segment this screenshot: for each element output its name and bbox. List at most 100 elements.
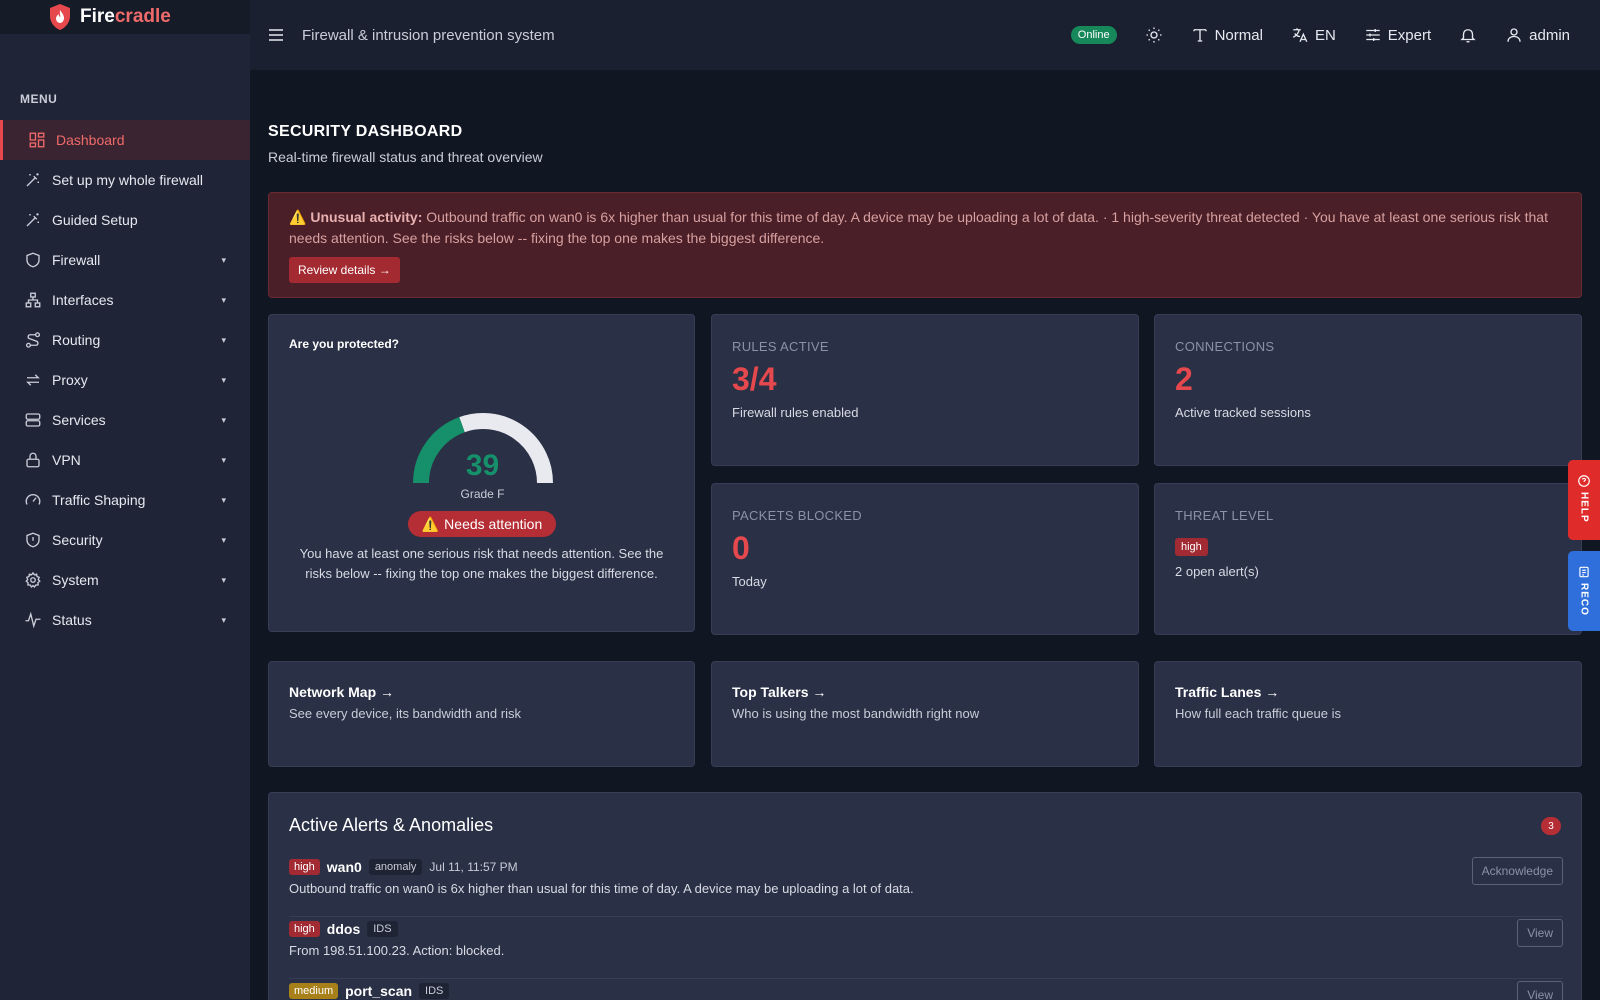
alert-source: wan0 — [326, 859, 362, 875]
alert-head: medium port_scan IDS — [289, 983, 1563, 999]
sidebar-item-services[interactable]: Services ▾ — [0, 400, 250, 440]
shield-icon — [26, 252, 40, 268]
banner-message: Outbound traffic on wan0 is 6x higher th… — [289, 209, 1548, 246]
sidebar-item-system[interactable]: System ▾ — [0, 560, 250, 600]
chevron-down-icon: ▾ — [221, 254, 226, 265]
warning-icon: ⚠️ — [421, 515, 440, 532]
alert-row: high ddos IDS From 198.51.100.23. Action… — [289, 919, 1563, 979]
review-details-button[interactable]: Review details → — [289, 257, 400, 283]
alert-source: port_scan — [345, 983, 413, 999]
sidebar-item-traffic-shaping[interactable]: Traffic Shaping ▾ — [0, 480, 250, 520]
arrows-icon — [26, 374, 40, 386]
chevron-down-icon: ▾ — [221, 294, 226, 305]
stat-label: RULES ACTIVE — [732, 339, 829, 354]
sidebar-item-status[interactable]: Status ▾ — [0, 600, 250, 640]
sun-icon[interactable] — [1145, 26, 1163, 44]
sidebar-item-label: Status — [52, 612, 92, 628]
hamburger-menu-icon[interactable] — [268, 27, 284, 43]
menu-heading: MENU — [20, 92, 58, 106]
acknowledge-button[interactable]: Acknowledge — [1471, 857, 1563, 885]
sidebar-item-vpn[interactable]: VPN ▾ — [0, 440, 250, 480]
sidebar-item-proxy[interactable]: Proxy ▾ — [0, 360, 250, 400]
mode-selector[interactable]: Expert — [1364, 26, 1431, 44]
network-map-card[interactable]: Network Map → See every device, its band… — [268, 661, 695, 767]
stat-description: Today — [732, 574, 767, 589]
language-selector[interactable]: EN — [1291, 26, 1336, 44]
sidebar-item-setup-firewall[interactable]: Set up my whole firewall — [0, 160, 250, 200]
alert-source: ddos — [326, 921, 361, 937]
header-actions: Online Normal EN Expert admin — [1070, 26, 1570, 44]
sidebar-item-label: Traffic Shaping — [52, 492, 146, 508]
view-button[interactable]: View — [1517, 919, 1563, 947]
mode-label: Expert — [1387, 26, 1432, 44]
chevron-down-icon: ▾ — [221, 614, 226, 625]
reco-tab-label: RECO — [1578, 583, 1590, 616]
stat-description: Firewall rules enabled — [732, 405, 859, 420]
sliders-icon — [1366, 29, 1380, 41]
text-size-icon — [1192, 29, 1207, 42]
stat-label: CONNECTIONS — [1175, 339, 1275, 354]
page-title: SECURITY DASHBOARD — [268, 123, 463, 140]
wand-icon — [26, 173, 39, 187]
needs-attention-badge: ⚠️ Needs attention — [408, 511, 556, 537]
packets-blocked-card: PACKETS BLOCKED 0 Today — [711, 483, 1139, 635]
link-title[interactable]: Top Talkers → — [732, 684, 826, 700]
wand-icon — [26, 213, 39, 227]
alert-row: high wan0 anomaly Jul 11, 11:57 PM Outbo… — [289, 857, 1563, 917]
link-title[interactable]: Traffic Lanes → — [1175, 684, 1279, 700]
link-description: Who is using the most bandwidth right no… — [732, 706, 980, 721]
firecradle-logo-icon — [50, 4, 70, 30]
alerts-count-badge: 3 — [1541, 817, 1561, 835]
threat-level-badge: high — [1175, 538, 1208, 556]
sidebar-item-interfaces[interactable]: Interfaces ▾ — [0, 280, 250, 320]
protection-description: You have at least one serious risk that … — [299, 546, 664, 581]
protection-title: Are you protected? — [289, 337, 400, 351]
sidebar-item-label: Dashboard — [56, 132, 125, 148]
threat-level-card: THREAT LEVEL high 2 open alert(s) — [1154, 483, 1582, 635]
alert-head: high wan0 anomaly Jul 11, 11:57 PM — [289, 859, 1563, 875]
shield-alert-icon — [26, 532, 40, 548]
chevron-down-icon: ▾ — [221, 414, 226, 425]
top-talkers-card[interactable]: Top Talkers → Who is using the most band… — [711, 661, 1139, 767]
sidebar-item-dashboard[interactable]: Dashboard — [0, 120, 250, 160]
sidebar-item-guided-setup[interactable]: Guided Setup — [0, 200, 250, 240]
gauge-icon — [25, 494, 41, 505]
user-menu[interactable]: admin — [1505, 26, 1570, 44]
reco-tab[interactable]: RECO — [1568, 551, 1600, 631]
server-icon — [25, 413, 41, 427]
route-icon — [25, 332, 41, 348]
chevron-down-icon: ▾ — [221, 454, 226, 465]
sidebar-item-label: Interfaces — [52, 292, 114, 308]
bell-icon[interactable] — [1459, 26, 1477, 44]
sidebar-item-routing[interactable]: Routing ▾ — [0, 320, 250, 360]
warning-icon: ⚠️ — [289, 209, 307, 225]
sidebar-item-security[interactable]: Security ▾ — [0, 520, 250, 560]
view-button[interactable]: View — [1517, 981, 1563, 1000]
sidebar-item-firewall[interactable]: Firewall ▾ — [0, 240, 250, 280]
link-title[interactable]: Network Map → — [289, 684, 394, 700]
traffic-lanes-card[interactable]: Traffic Lanes → How full each traffic qu… — [1154, 661, 1582, 767]
chevron-down-icon: ▾ — [221, 574, 226, 585]
active-alerts-card: Active Alerts & Anomalies 3 high wan0 an… — [268, 792, 1582, 1000]
chevron-down-icon: ▾ — [221, 494, 226, 505]
connections-card: CONNECTIONS 2 Active tracked sessions — [1154, 314, 1582, 466]
chevron-down-icon: ▾ — [221, 334, 226, 345]
brand[interactable]: Firecradle — [0, 0, 250, 34]
sidebar-item-label: Routing — [52, 332, 101, 348]
alert-row: medium port_scan IDS View — [289, 981, 1563, 1000]
sidebar-item-label: Security — [52, 532, 103, 548]
help-tab-label: HELP — [1578, 492, 1590, 523]
font-size-toggle[interactable]: Normal — [1191, 26, 1263, 44]
stat-value: 3/4 — [732, 361, 777, 397]
pulse-icon — [25, 611, 41, 629]
alert-message: From 198.51.100.23. Action: blocked. — [289, 943, 505, 958]
chevron-down-icon: ▾ — [221, 534, 226, 545]
help-tab[interactable]: HELP — [1568, 460, 1600, 540]
help-icon — [1578, 475, 1590, 487]
language-label: EN — [1314, 26, 1336, 44]
severity-badge: medium — [289, 983, 339, 999]
link-description: See every device, its bandwidth and risk — [289, 706, 521, 721]
stat-description: Active tracked sessions — [1175, 405, 1311, 420]
stat-label: PACKETS BLOCKED — [732, 508, 862, 523]
chevron-down-icon: ▾ — [221, 374, 226, 385]
